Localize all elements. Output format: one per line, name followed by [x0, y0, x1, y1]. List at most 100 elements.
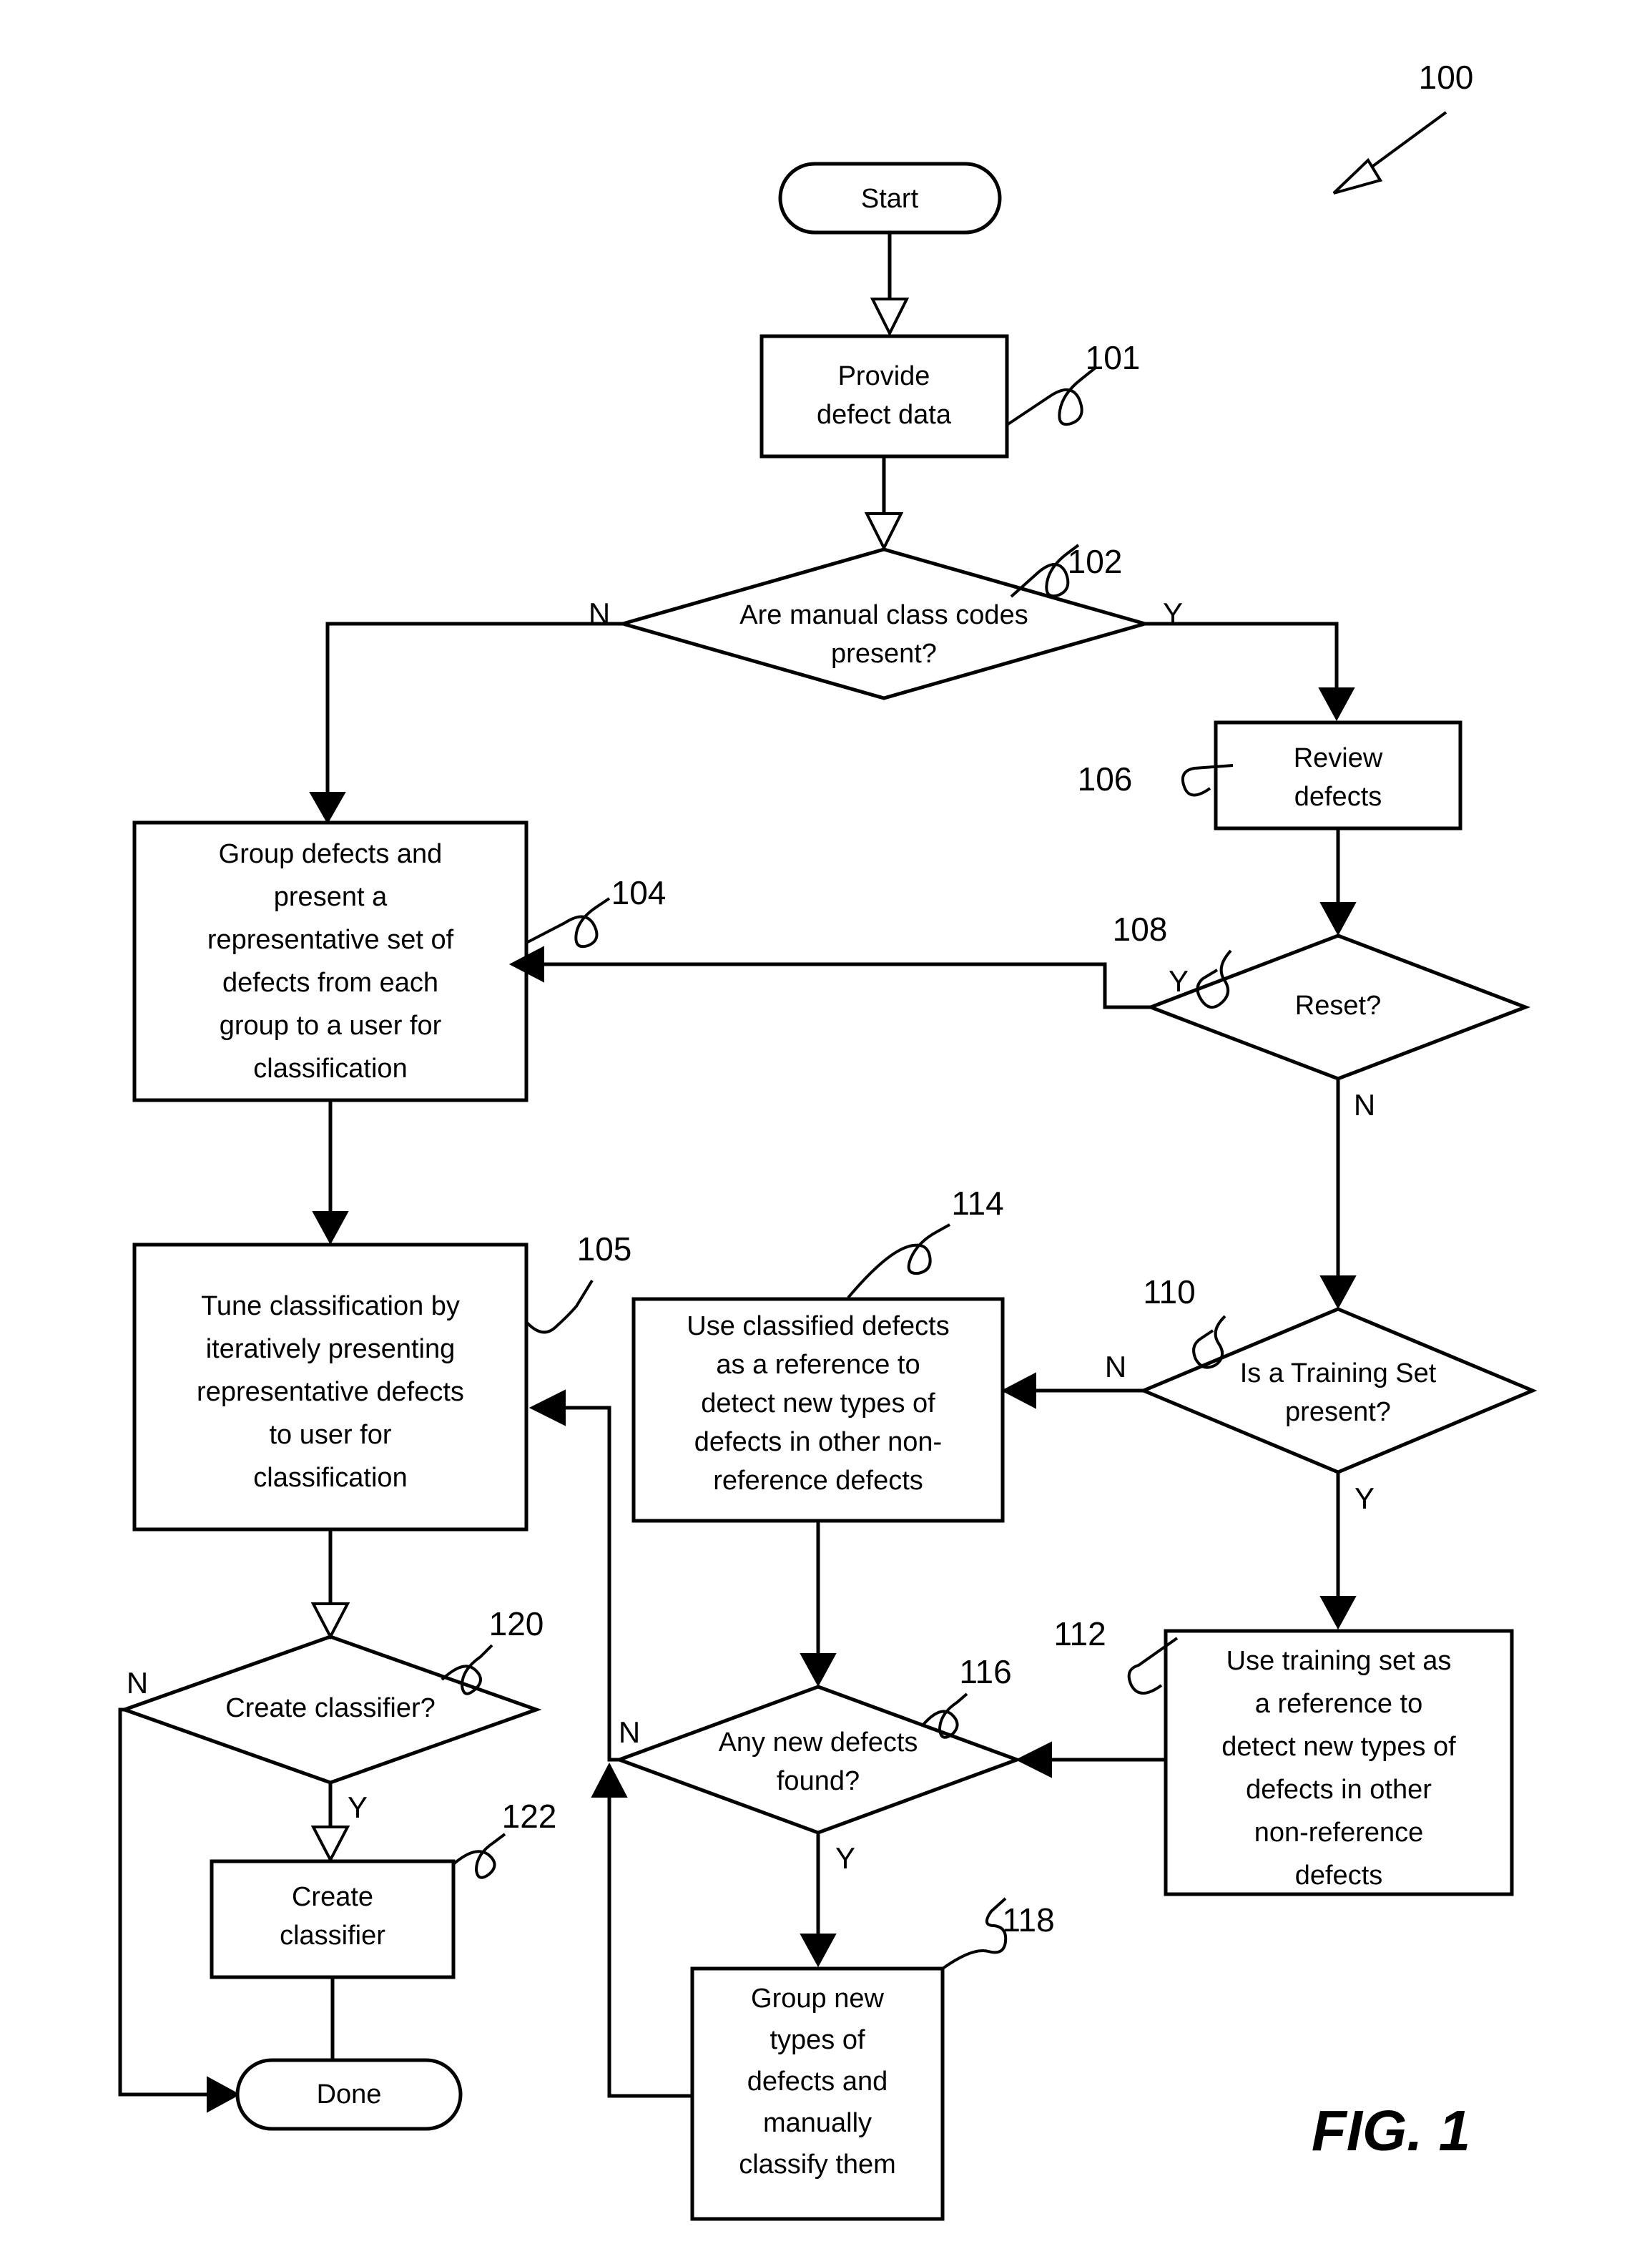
node-122-line-2: classifier	[280, 1921, 385, 1951]
node-118-line-5: classify them	[739, 2150, 896, 2180]
leader-118: 118	[941, 1897, 1055, 1970]
edge-114-to-116	[800, 1521, 837, 1687]
edge-110Y-to-112	[1319, 1472, 1357, 1630]
node-110-training-set-decision[interactable]: Is a Training Set present?	[1139, 1307, 1538, 1474]
node-105-line-1: Tune classification by	[201, 1291, 460, 1321]
node-106-line-1: Review	[1294, 743, 1383, 773]
open-arrowhead-icon	[864, 512, 904, 552]
node-118-line-4: manually	[763, 2108, 872, 2138]
node-101-provide-defect-data[interactable]: Provide defect data	[759, 334, 1009, 459]
node-118-line-2: types of	[770, 2025, 865, 2055]
node-114-use-classified-defects[interactable]: Use classified defects as a reference to…	[631, 1297, 1005, 1523]
edge-102Y-to-106	[1145, 622, 1355, 722]
done-label: Done	[317, 2079, 382, 2110]
node-118-line-3: defects and	[747, 2067, 888, 2097]
node-106-review-defects[interactable]: Review defects	[1214, 720, 1462, 830]
node-start[interactable]: Start	[778, 162, 1002, 235]
branch-label-110-N: N	[1105, 1350, 1126, 1383]
node-118-group-new-types[interactable]: Group new types of defects and manually …	[690, 1966, 945, 2221]
ref-label-112: 112	[1053, 1615, 1106, 1652]
leader-106: 106	[1078, 760, 1234, 798]
edge-120Y-to-122	[310, 1783, 350, 1863]
leader-112: 112	[1053, 1615, 1179, 1695]
node-101-line-2: defect data	[817, 400, 952, 430]
node-122-line-1: Create	[292, 1882, 373, 1912]
solid-arrowhead-icon	[1319, 1596, 1357, 1630]
node-120-create-classifier-decision[interactable]: Create classifier?	[119, 1635, 542, 1785]
branch-label-108-N: N	[1354, 1088, 1375, 1122]
node-112-line-3: detect new types of	[1221, 1732, 1456, 1762]
solid-arrowhead-icon	[800, 1653, 837, 1687]
branch-label-116-N: N	[619, 1715, 640, 1749]
ref-label-118: 118	[1002, 1901, 1054, 1939]
node-104-line-5: group to a user for	[220, 1011, 442, 1041]
edge-102N-to-104	[309, 622, 623, 825]
node-101-line-1: Provide	[838, 361, 930, 391]
leader-105: 105	[525, 1230, 632, 1334]
leader-101: 101	[1006, 339, 1140, 426]
edge-104-to-105	[312, 1100, 349, 1245]
node-done[interactable]: Done	[235, 2058, 463, 2131]
node-108-label: Reset?	[1295, 991, 1381, 1021]
node-112-use-training-set[interactable]: Use training set as a reference to detec…	[1164, 1629, 1514, 1896]
node-116-line-2: found?	[777, 1766, 860, 1796]
ref-label-108: 108	[1113, 911, 1168, 948]
edge-116N-to-105	[528, 1389, 619, 1762]
ref-label-114: 114	[951, 1185, 1003, 1222]
edge-101-to-102	[864, 456, 904, 552]
leader-116: 116	[921, 1653, 1012, 1739]
ref-label-105: 105	[577, 1230, 632, 1268]
node-102-line-2: present?	[831, 639, 937, 669]
node-104-line-3: representative set of	[207, 925, 454, 955]
node-114-line-2: as a reference to	[716, 1350, 920, 1380]
solid-arrowhead-icon	[800, 1934, 837, 1968]
solid-arrowhead-icon	[528, 1389, 566, 1426]
ref-label-110: 110	[1143, 1273, 1195, 1310]
start-label: Start	[861, 184, 919, 214]
node-112-line-6: defects	[1295, 1861, 1383, 1891]
edge-112-to-116	[1015, 1741, 1166, 1778]
node-114-line-4: defects in other non-	[694, 1427, 942, 1457]
node-118-line-1: Group new	[751, 1984, 884, 2014]
node-112-line-1: Use training set as	[1226, 1646, 1452, 1676]
node-105-line-5: classification	[253, 1463, 407, 1493]
node-105-line-4: to user for	[269, 1420, 391, 1450]
figure-caption: FIG. 1	[1312, 2099, 1470, 2162]
ref-label-100: 100	[1419, 59, 1474, 96]
edge-105-to-120	[310, 1529, 350, 1640]
solid-arrowhead-icon	[1319, 902, 1357, 936]
process-box-101	[759, 334, 1009, 459]
branch-label-116-Y: Y	[835, 1841, 855, 1875]
node-104-line-4: defects from each	[222, 968, 438, 998]
node-122-create-classifier[interactable]: Create classifier	[210, 1859, 456, 1979]
leader-114: 114	[847, 1185, 1004, 1299]
leader-122: 122	[452, 1798, 557, 1879]
open-arrowhead-icon	[310, 1826, 350, 1863]
decision-diamond-110	[1139, 1307, 1538, 1474]
process-box-122	[210, 1859, 456, 1979]
node-102-line-1: Are manual class codes	[739, 600, 1028, 630]
open-arrowhead-icon	[310, 1602, 350, 1640]
decision-diamond-116	[614, 1685, 1023, 1835]
ref-label-102: 102	[1068, 543, 1123, 580]
ref-label-122: 122	[502, 1798, 557, 1835]
patent-figure-flowchart: 100 Start Provide defect data 101 Are ma…	[0, 0, 1652, 2254]
node-120-label: Create classifier?	[225, 1693, 436, 1723]
node-104-line-2: present a	[274, 882, 388, 912]
node-114-line-1: Use classified defects	[687, 1311, 950, 1341]
ref-label-104: 104	[611, 874, 667, 911]
node-104-group-defects[interactable]: Group defects and present a representati…	[132, 820, 528, 1102]
node-106-line-2: defects	[1294, 782, 1382, 812]
node-105-tune-classification[interactable]: Tune classification by iteratively prese…	[132, 1243, 528, 1532]
node-104-line-1: Group defects and	[219, 839, 443, 869]
node-112-line-5: non-reference	[1254, 1818, 1424, 1848]
node-110-line-2: present?	[1285, 1397, 1391, 1427]
branch-label-120-Y: Y	[348, 1790, 368, 1824]
solid-arrowhead-icon	[1319, 1275, 1357, 1310]
open-arrowhead-icon	[870, 298, 910, 337]
branch-label-108-Y: Y	[1169, 964, 1189, 998]
node-116-any-new-defects-decision[interactable]: Any new defects found?	[614, 1685, 1023, 1835]
node-116-line-1: Any new defects	[719, 1728, 918, 1758]
edge-108Y-to-104	[508, 946, 1151, 1009]
ref-label-116: 116	[959, 1653, 1011, 1690]
